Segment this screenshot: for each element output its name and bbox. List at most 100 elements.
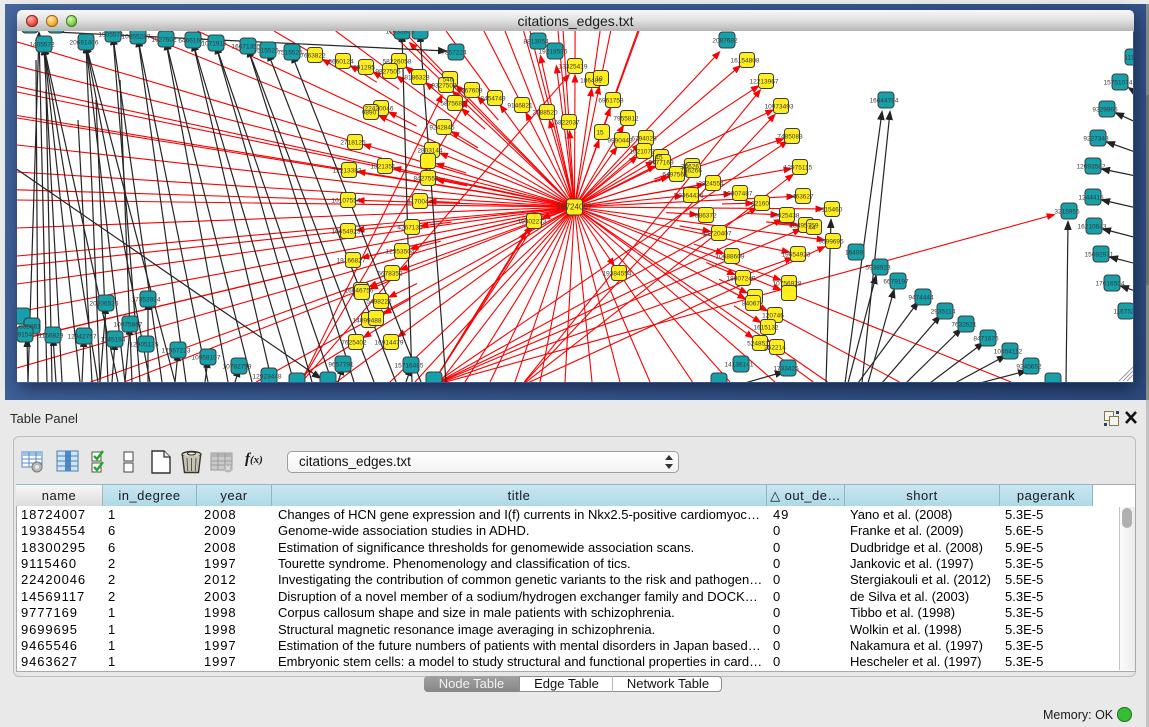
svg-text:16154808: 16154808: [731, 58, 760, 65]
svg-text:9657791: 9657791: [328, 362, 354, 369]
svg-text:20364436: 20364436: [675, 193, 704, 200]
svg-text:20206536: 20206536: [90, 301, 119, 308]
svg-text:12942757: 12942757: [68, 334, 97, 341]
svg-text:10807487: 10807487: [724, 191, 753, 198]
svg-text:10654923: 10654923: [332, 229, 361, 236]
svg-text:1621072: 1621072: [629, 149, 655, 156]
svg-text:2718126: 2718126: [340, 140, 366, 147]
svg-text:9699695: 9699695: [818, 239, 844, 246]
svg-text:746266: 746266: [680, 168, 702, 175]
svg-text:8427552: 8427552: [413, 176, 439, 183]
svg-text:1244415: 1244415: [1078, 195, 1104, 202]
svg-text:15751074: 15751074: [1104, 80, 1133, 87]
svg-text:7886372: 7886372: [691, 213, 717, 220]
svg-text:9327508: 9327508: [431, 83, 457, 90]
svg-text:8660124: 8660124: [328, 59, 354, 66]
svg-text:7632621: 7632621: [951, 322, 977, 329]
svg-text:7955812: 7955812: [613, 116, 639, 123]
svg-text:9890: 9890: [362, 110, 377, 117]
svg-text:5678352: 5678352: [377, 271, 403, 278]
svg-text:18724007: 18724007: [557, 203, 593, 212]
svg-text:16210643: 16210643: [1078, 224, 1107, 231]
svg-text:19654923: 19654923: [782, 252, 811, 259]
svg-text:10055287: 10055287: [122, 34, 151, 41]
svg-text:16033809: 16033809: [386, 31, 415, 36]
svg-text:9827506: 9827506: [375, 69, 401, 76]
svg-text:7663822: 7663822: [300, 53, 326, 60]
svg-text:8186328: 8186328: [404, 75, 430, 82]
svg-text:9115460: 9115460: [818, 207, 843, 214]
svg-text:20691406: 20691406: [70, 40, 99, 47]
svg-text:7515526: 7515526: [277, 50, 303, 57]
svg-text:12213382: 12213382: [333, 168, 362, 175]
svg-text:10958107: 10958107: [192, 355, 221, 362]
svg-text:3215955: 3215955: [1054, 209, 1080, 216]
svg-text:10756928: 10756928: [773, 281, 802, 288]
svg-text:7857224: 7857224: [441, 50, 467, 57]
svg-text:15: 15: [596, 130, 604, 137]
svg-text:1405572: 1405572: [29, 42, 55, 49]
svg-text:1071915: 1071915: [201, 41, 227, 48]
svg-text:12353504: 12353504: [386, 249, 415, 256]
svg-text:1112: 1112: [1124, 55, 1133, 62]
svg-text:835061: 835061: [19, 324, 41, 331]
svg-text:1615132: 1615132: [753, 325, 779, 332]
svg-text:17957223: 17957223: [162, 348, 191, 355]
svg-text:7625402: 7625402: [341, 340, 367, 347]
svg-text:1156829: 1156829: [39, 333, 64, 340]
svg-text:4267130: 4267130: [397, 225, 423, 232]
svg-text:6794028: 6794028: [631, 136, 657, 143]
svg-text:7515526: 7515526: [253, 48, 279, 55]
svg-text:15716485: 15716485: [395, 363, 424, 370]
svg-text:10688609: 10688609: [716, 254, 745, 261]
svg-text:9463627: 9463627: [788, 194, 814, 201]
svg-text:1321351: 1321351: [370, 164, 396, 171]
svg-text:12923448: 12923448: [253, 374, 282, 381]
svg-text:16914479: 16914479: [375, 340, 404, 347]
svg-text:5875685: 5875685: [440, 101, 466, 108]
svg-text:8471676: 8471676: [973, 336, 999, 343]
svg-text:9242845: 9242845: [429, 125, 455, 132]
svg-text:10975867: 10975867: [114, 322, 143, 329]
svg-text:8454749: 8454749: [480, 96, 506, 103]
svg-text:6961758: 6961758: [598, 98, 624, 105]
svg-text:120746: 120746: [762, 313, 784, 320]
svg-text:1905571: 1905571: [98, 32, 124, 39]
svg-text:891295: 891295: [353, 65, 375, 72]
svg-text:9990443: 9990443: [607, 138, 633, 145]
svg-text:14136141: 14136141: [725, 362, 754, 369]
svg-text:2588520: 2588520: [532, 110, 558, 117]
svg-text:17353924: 17353924: [132, 297, 161, 304]
svg-text:10025438: 10025438: [771, 213, 800, 220]
svg-text:2367608: 2367608: [457, 88, 483, 95]
svg-text:39154: 39154: [17, 332, 32, 339]
svg-text:9474444: 9474444: [908, 295, 934, 302]
svg-text:44: 44: [808, 225, 816, 232]
svg-text:9329966: 9329966: [1092, 107, 1118, 114]
svg-text:117004: 117004: [407, 199, 429, 206]
svg-text:5938923: 5938923: [865, 265, 891, 272]
svg-text:2803144: 2803144: [417, 148, 443, 155]
svg-text:2087682: 2087682: [712, 38, 738, 45]
svg-text:16409: 16409: [845, 250, 863, 257]
svg-text:14099488: 14099488: [353, 318, 382, 325]
svg-text:19384554: 19384554: [603, 271, 632, 278]
svg-text:9777169: 9777169: [648, 160, 674, 167]
svg-text:84067: 84067: [742, 301, 760, 308]
svg-text:9227343: 9227343: [1083, 136, 1109, 143]
svg-text:6679197: 6679197: [883, 279, 909, 286]
svg-text:10782759: 10782759: [223, 364, 252, 371]
svg-text:10973493: 10973493: [765, 104, 794, 111]
svg-text:16046756: 16046756: [345, 288, 374, 295]
svg-text:2935114: 2935114: [931, 309, 956, 316]
svg-text:6466160: 6466160: [178, 38, 204, 45]
svg-text:19302273: 19302273: [518, 219, 547, 226]
svg-text:15720407: 15720407: [703, 231, 732, 238]
svg-text:8813054: 8813054: [523, 39, 549, 46]
svg-text:19218506: 19218506: [539, 49, 568, 56]
svg-text:13325419: 13325419: [559, 64, 588, 71]
svg-text:9146821: 9146821: [507, 103, 533, 110]
svg-text:16644784: 16644784: [870, 98, 899, 105]
svg-text:12213967: 12213967: [750, 79, 779, 86]
svg-text:10654112: 10654112: [994, 349, 1023, 356]
